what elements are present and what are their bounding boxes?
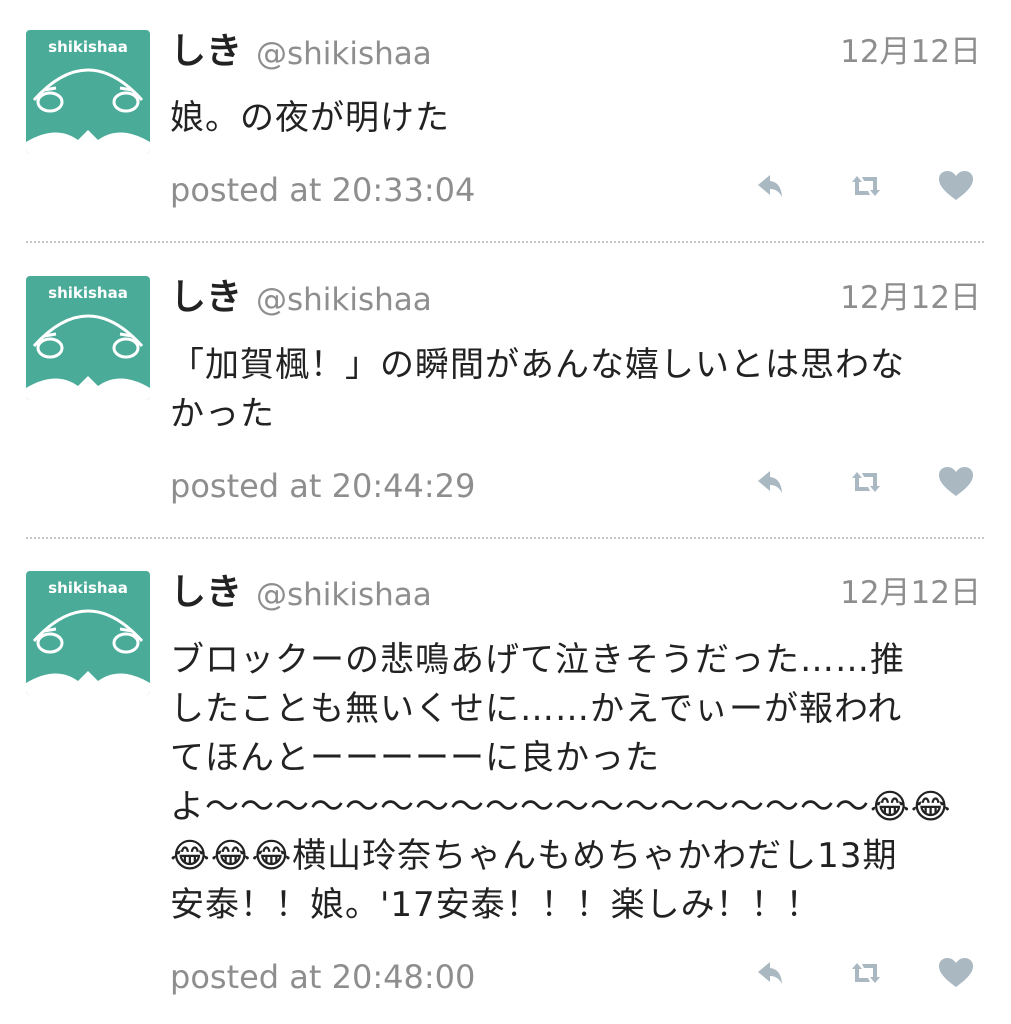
- heart-icon: [939, 467, 973, 496]
- retweet-button[interactable]: [846, 953, 886, 993]
- like-button[interactable]: [936, 166, 976, 206]
- tweet-header: しき @shikishaa 12月12日: [170, 276, 981, 320]
- user-name[interactable]: しき: [170, 30, 242, 74]
- heart-icon: [939, 171, 973, 200]
- retweet-icon: [852, 963, 880, 983]
- tweet-actions: [750, 462, 980, 502]
- reply-icon: [758, 471, 782, 493]
- posted-time: posted at 20:44:29: [170, 467, 476, 505]
- tweet-text: ブロックーの悲鳴あげて泣きそうだった……推 したことも無いくせに……かえでぃーが…: [170, 640, 952, 925]
- tweet-date[interactable]: 12月12日: [840, 30, 981, 74]
- reply-icon: [758, 175, 782, 197]
- tweet-date[interactable]: 12月12日: [840, 571, 981, 615]
- user-handle[interactable]: @shikishaa: [256, 32, 432, 76]
- like-button[interactable]: [936, 953, 976, 993]
- avatar-text: shikishaa: [48, 284, 128, 302]
- user-name[interactable]: しき: [170, 571, 242, 615]
- avatar-text: shikishaa: [48, 38, 128, 56]
- like-button[interactable]: [936, 462, 976, 502]
- posted-time: posted at 20:33:04: [170, 171, 476, 209]
- retweet-button[interactable]: [846, 166, 886, 206]
- user-handle[interactable]: @shikishaa: [256, 573, 432, 617]
- reply-icon: [758, 962, 782, 984]
- tweet-header: しき @shikishaa 12月12日: [170, 30, 981, 74]
- reply-button[interactable]: [750, 462, 790, 502]
- avatar-text: shikishaa: [48, 579, 128, 597]
- retweet-icon: [852, 472, 880, 492]
- timeline-feed: shikishaa しき @shikishaa 12月12日 娘。の夜が明けた …: [0, 0, 1011, 1024]
- retweet-button[interactable]: [846, 462, 886, 502]
- avatar[interactable]: shikishaa: [26, 571, 150, 695]
- reply-button[interactable]: [750, 166, 790, 206]
- tweet-date[interactable]: 12月12日: [840, 276, 981, 320]
- reply-button[interactable]: [750, 953, 790, 993]
- tweet-actions: [750, 953, 980, 993]
- tweet-actions: [750, 166, 980, 206]
- heart-icon: [939, 958, 973, 987]
- tweet-text: 娘。の夜が明けた: [170, 98, 450, 138]
- divider: [26, 241, 984, 243]
- avatar[interactable]: shikishaa: [26, 276, 150, 400]
- tweet-header: しき @shikishaa 12月12日: [170, 571, 981, 615]
- user-name[interactable]: しき: [170, 276, 242, 320]
- divider: [26, 537, 984, 539]
- retweet-icon: [852, 176, 880, 196]
- user-handle[interactable]: @shikishaa: [256, 278, 432, 322]
- avatar[interactable]: shikishaa: [26, 30, 150, 154]
- tweet-text: 「加賀楓！」の瞬間があんな嬉しいとは思わな かった: [170, 345, 905, 434]
- posted-time: posted at 20:48:00: [170, 958, 476, 996]
